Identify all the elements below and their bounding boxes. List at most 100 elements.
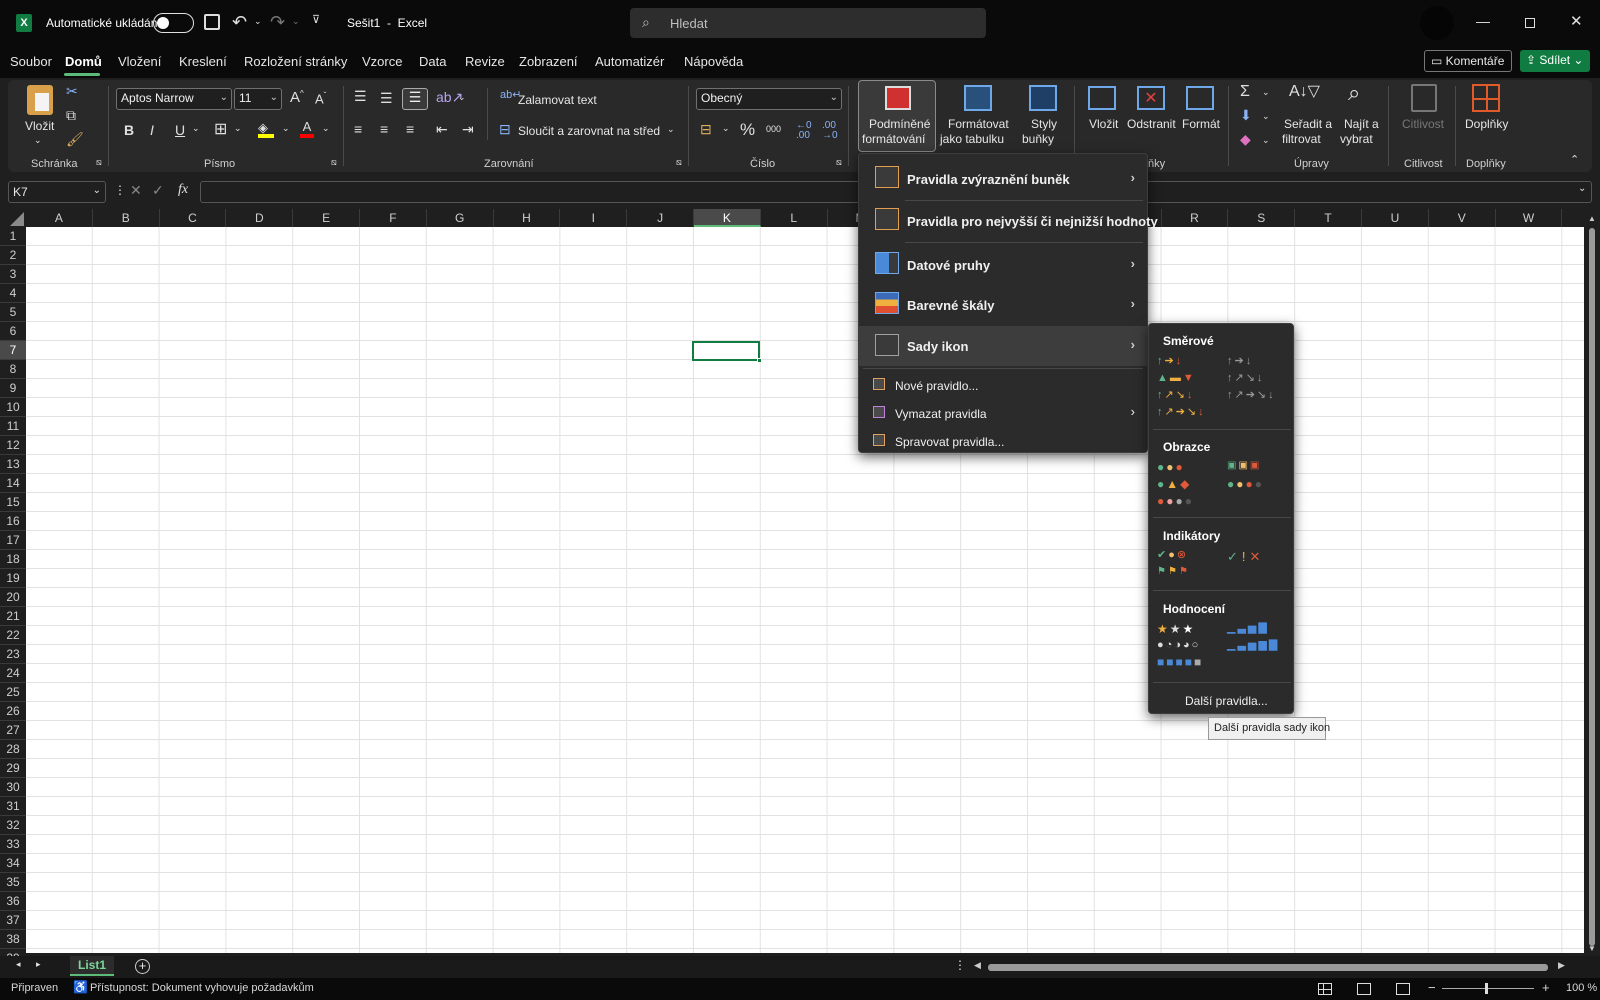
column-header-k[interactable]: K xyxy=(694,209,761,227)
icon-set-4-red-to-black[interactable]: ●●●● xyxy=(1157,495,1194,507)
cell-styles-label-2[interactable]: buňky xyxy=(1022,132,1054,146)
fill-handle[interactable] xyxy=(757,358,762,363)
icon-set-3-traffic-lights-rimmed[interactable]: ▣▣▣ xyxy=(1227,461,1261,471)
column-header-g[interactable]: G xyxy=(426,209,494,227)
sheet-tab-list1[interactable]: List1 xyxy=(70,956,114,976)
format-as-table-icon[interactable] xyxy=(964,85,992,111)
redo-dropdown-icon[interactable]: ⌄ xyxy=(292,17,300,26)
autosum-icon[interactable]: Σ xyxy=(1240,84,1250,100)
row-header-3[interactable]: 3 xyxy=(0,265,26,284)
increase-indent-icon[interactable]: ⇥ xyxy=(462,122,474,136)
undo-dropdown-icon[interactable]: ⌄ xyxy=(254,17,262,26)
enter-icon[interactable]: ✓ xyxy=(152,183,164,197)
row-header-17[interactable]: 17 xyxy=(0,531,26,550)
accounting-format-icon[interactable]: ⊟ xyxy=(700,122,712,136)
insert-function-icon[interactable]: fx xyxy=(178,183,188,197)
decrease-font-icon[interactable]: Aˇ xyxy=(315,92,326,106)
row-header-4[interactable]: 4 xyxy=(0,284,26,303)
icon-set-5-quarters[interactable]: ●◔◑◕○ xyxy=(1157,640,1200,651)
name-box-dropdown-icon[interactable]: ⌄ xyxy=(93,185,101,196)
orientation-dropdown-icon[interactable]: ⌄ xyxy=(458,93,466,102)
row-header-5[interactable]: 5 xyxy=(0,303,26,322)
share-button[interactable]: ⇪ Sdílet ⌄ xyxy=(1520,50,1590,72)
save-icon[interactable] xyxy=(204,14,220,30)
prev-sheet-icon[interactable]: ◂ xyxy=(16,960,21,969)
increase-decimal-icon[interactable]: ←0.00 xyxy=(796,121,812,141)
column-header-d[interactable]: D xyxy=(226,209,294,227)
column-header-c[interactable]: C xyxy=(159,209,227,227)
page-break-icon[interactable] xyxy=(1396,983,1410,995)
menu-item-new-rule[interactable]: Nové pravidlo... xyxy=(859,372,1147,398)
column-header-j[interactable]: J xyxy=(627,209,694,227)
sort-filter-icon[interactable]: A↓▽ xyxy=(1289,84,1320,100)
row-header-34[interactable]: 34 xyxy=(0,854,26,873)
format-as-table-label-1[interactable]: Formátovat xyxy=(948,117,1009,131)
icon-set-4-arrows-colored[interactable]: ↑↗↘↓ xyxy=(1157,390,1194,401)
menu-item-data-bars[interactable]: Datové pruhy › xyxy=(859,246,1147,284)
zoom-slider-thumb[interactable] xyxy=(1485,983,1488,994)
column-header-l[interactable]: L xyxy=(760,209,828,227)
row-header-13[interactable]: 13 xyxy=(0,455,26,474)
vertical-scrollbar[interactable]: ▲ ▼ xyxy=(1584,210,1600,956)
autosum-dropdown-icon[interactable]: ⌄ xyxy=(1262,88,1270,97)
undo-icon[interactable]: ↶ xyxy=(232,13,247,31)
zoom-slider[interactable] xyxy=(1442,983,1534,994)
row-header-12[interactable]: 12 xyxy=(0,436,26,455)
icon-set-5-arrows-gray[interactable]: ↑↗➔↘↓ xyxy=(1227,390,1276,401)
font-color-dropdown-icon[interactable]: ⌄ xyxy=(322,124,330,133)
icon-set-5-arrows-colored[interactable]: ↑↗➔↘↓ xyxy=(1157,407,1206,418)
column-header-i[interactable]: I xyxy=(560,209,628,227)
find-select-icon[interactable]: ⌕ xyxy=(1348,82,1360,104)
dialog-launcher-clipboard-icon[interactable]: ⧅ xyxy=(96,158,102,167)
row-header-25[interactable]: 25 xyxy=(0,683,26,702)
cancel-icon[interactable]: ✕ xyxy=(130,183,142,197)
row-header-6[interactable]: 6 xyxy=(0,322,26,341)
merge-center-icon[interactable]: ⊟ xyxy=(499,122,511,136)
align-bottom-button[interactable]: ☰ xyxy=(402,88,428,110)
row-header-19[interactable]: 19 xyxy=(0,569,26,588)
column-header-a[interactable]: A xyxy=(26,209,93,227)
row-header-11[interactable]: 11 xyxy=(0,417,26,436)
row-header-36[interactable]: 36 xyxy=(0,892,26,911)
name-box[interactable]: K7 ⌄ xyxy=(8,181,106,203)
column-header-r[interactable]: R xyxy=(1161,209,1229,227)
menu-item-icon-sets[interactable]: Sady ikon › xyxy=(859,326,1147,366)
icon-set-3-arrows-colored[interactable]: ↑➔↓ xyxy=(1157,356,1183,367)
collapse-ribbon-icon[interactable]: ⌃ xyxy=(1570,155,1579,166)
row-header-28[interactable]: 28 xyxy=(0,740,26,759)
increase-font-icon[interactable]: A^ xyxy=(290,90,304,106)
icon-set-3-flags[interactable]: ⚑⚑⚑ xyxy=(1157,567,1190,577)
menu-item-manage-rules[interactable]: Spravovat pravidla... xyxy=(859,428,1147,452)
tab-automatizer[interactable]: Automatizér xyxy=(595,54,664,69)
dialog-launcher-font-icon[interactable]: ⧅ xyxy=(331,158,337,167)
cell-styles-label-1[interactable]: Styly xyxy=(1031,117,1057,131)
conditional-formatting-button[interactable]: Podmíněné formátování xyxy=(858,80,936,152)
avatar[interactable] xyxy=(1420,6,1454,40)
delete-cells-icon[interactable]: ✕ xyxy=(1137,86,1165,110)
icon-set-3-stars[interactable]: ★★★ xyxy=(1157,623,1195,635)
row-header-7[interactable]: 7 xyxy=(0,341,26,360)
sort-filter-label-2[interactable]: filtrovat xyxy=(1282,132,1321,146)
font-name-select[interactable]: Aptos Narrow ⌄ xyxy=(116,88,232,110)
underline-dropdown-icon[interactable]: ⌄ xyxy=(192,124,200,133)
row-header-30[interactable]: 30 xyxy=(0,778,26,797)
wrap-text-button[interactable]: Zalamovat text xyxy=(518,93,597,107)
addins-button[interactable]: Doplňky xyxy=(1465,117,1508,131)
autosave-toggle[interactable] xyxy=(153,13,194,33)
zoom-in-icon[interactable]: + xyxy=(1542,980,1550,995)
tab-soubor[interactable]: Soubor xyxy=(10,54,52,69)
insert-cells-button[interactable]: Vložit xyxy=(1089,117,1118,131)
row-header-27[interactable]: 27 xyxy=(0,721,26,740)
row-header-20[interactable]: 20 xyxy=(0,588,26,607)
sensitivity-button[interactable]: Citlivost xyxy=(1402,117,1444,131)
tab-data[interactable]: Data xyxy=(419,54,446,69)
customize-toolbar-icon[interactable]: ⊽ xyxy=(312,15,320,26)
tab-revize[interactable]: Revize xyxy=(465,54,505,69)
copy-icon[interactable]: ⧉ xyxy=(66,108,76,122)
expand-formula-icon[interactable]: ⌄ xyxy=(1578,184,1586,194)
zoom-out-icon[interactable]: − xyxy=(1428,980,1436,995)
delete-cells-button[interactable]: Odstranit xyxy=(1127,117,1176,131)
row-header-1[interactable]: 1 xyxy=(0,227,26,246)
addins-icon[interactable] xyxy=(1472,84,1500,112)
insert-cells-icon[interactable] xyxy=(1088,86,1116,110)
